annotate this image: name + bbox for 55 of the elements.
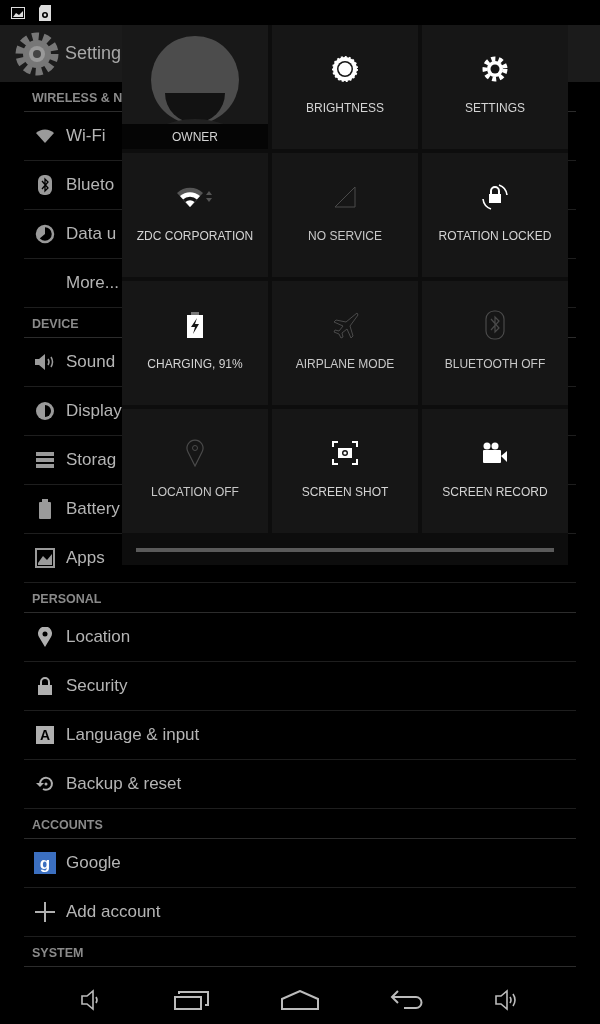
lock-icon xyxy=(38,677,52,695)
quick-tile[interactable]: NO SERVICE xyxy=(272,153,418,277)
owner-label: OWNER xyxy=(122,124,268,149)
quick-tile[interactable]: CHARGING, 91% xyxy=(122,281,268,405)
quick-tile[interactable]: ZDC CORPORATION xyxy=(122,153,268,277)
pie-chart-icon xyxy=(35,224,55,244)
wifi-icon xyxy=(175,185,215,209)
section-header: SYSTEM xyxy=(24,937,576,967)
quick-tile[interactable]: SCREEN RECORD xyxy=(422,409,568,533)
screenshot-icon xyxy=(332,441,358,465)
image-icon xyxy=(11,6,25,19)
battery-icon xyxy=(39,499,51,519)
home-icon[interactable] xyxy=(280,990,319,1010)
bluetooth-icon xyxy=(485,310,505,340)
google-icon: g xyxy=(34,852,56,874)
settings-item[interactable]: Location xyxy=(24,613,576,662)
quick-tile[interactable]: BRIGHTNESS xyxy=(272,25,418,149)
video-camera-icon xyxy=(482,442,508,464)
brightness-icon xyxy=(35,401,55,421)
quick-tile[interactable]: LOCATION OFF xyxy=(122,409,268,533)
settings-item[interactable]: g Google xyxy=(24,839,576,888)
back-icon[interactable] xyxy=(390,990,425,1010)
settings-item[interactable]: Add account xyxy=(24,888,576,937)
drag-handle[interactable] xyxy=(136,548,554,552)
section-header: PERSONAL xyxy=(24,583,576,613)
sd-card-icon xyxy=(39,4,51,21)
battery-charging-icon xyxy=(186,312,204,338)
quick-tile[interactable]: BLUETOOTH OFF xyxy=(422,281,568,405)
language-icon: A xyxy=(36,726,54,744)
app-title: Setting xyxy=(65,43,122,64)
restore-icon xyxy=(35,775,55,793)
bluetooth-icon xyxy=(38,175,52,195)
gear-icon xyxy=(482,56,508,82)
recent-apps-icon[interactable] xyxy=(173,990,210,1010)
owner-tile[interactable]: OWNER xyxy=(122,25,268,149)
section-header: ACCOUNTS xyxy=(24,809,576,839)
apps-icon xyxy=(35,548,55,568)
quick-tile[interactable]: SCREEN SHOT xyxy=(272,409,418,533)
quick-tile[interactable]: ROTATION LOCKED xyxy=(422,153,568,277)
plus-icon xyxy=(35,902,55,922)
gear-icon[interactable] xyxy=(15,31,59,76)
settings-item[interactable]: Backup & reset xyxy=(24,760,576,809)
settings-item[interactable]: A Language & input xyxy=(24,711,576,760)
quick-tile[interactable]: AIRPLANE MODE xyxy=(272,281,418,405)
quick-tile[interactable]: SETTINGS xyxy=(422,25,568,149)
location-pin-icon xyxy=(186,439,204,467)
rotation-lock-icon xyxy=(481,183,509,211)
wifi-icon xyxy=(35,128,55,144)
settings-item[interactable]: Security xyxy=(24,662,576,711)
sun-icon xyxy=(331,55,359,83)
signal-icon xyxy=(333,185,357,209)
airplane-icon xyxy=(331,311,359,339)
storage-icon xyxy=(36,452,54,468)
speaker-icon xyxy=(34,352,56,372)
location-pin-icon xyxy=(38,627,52,647)
